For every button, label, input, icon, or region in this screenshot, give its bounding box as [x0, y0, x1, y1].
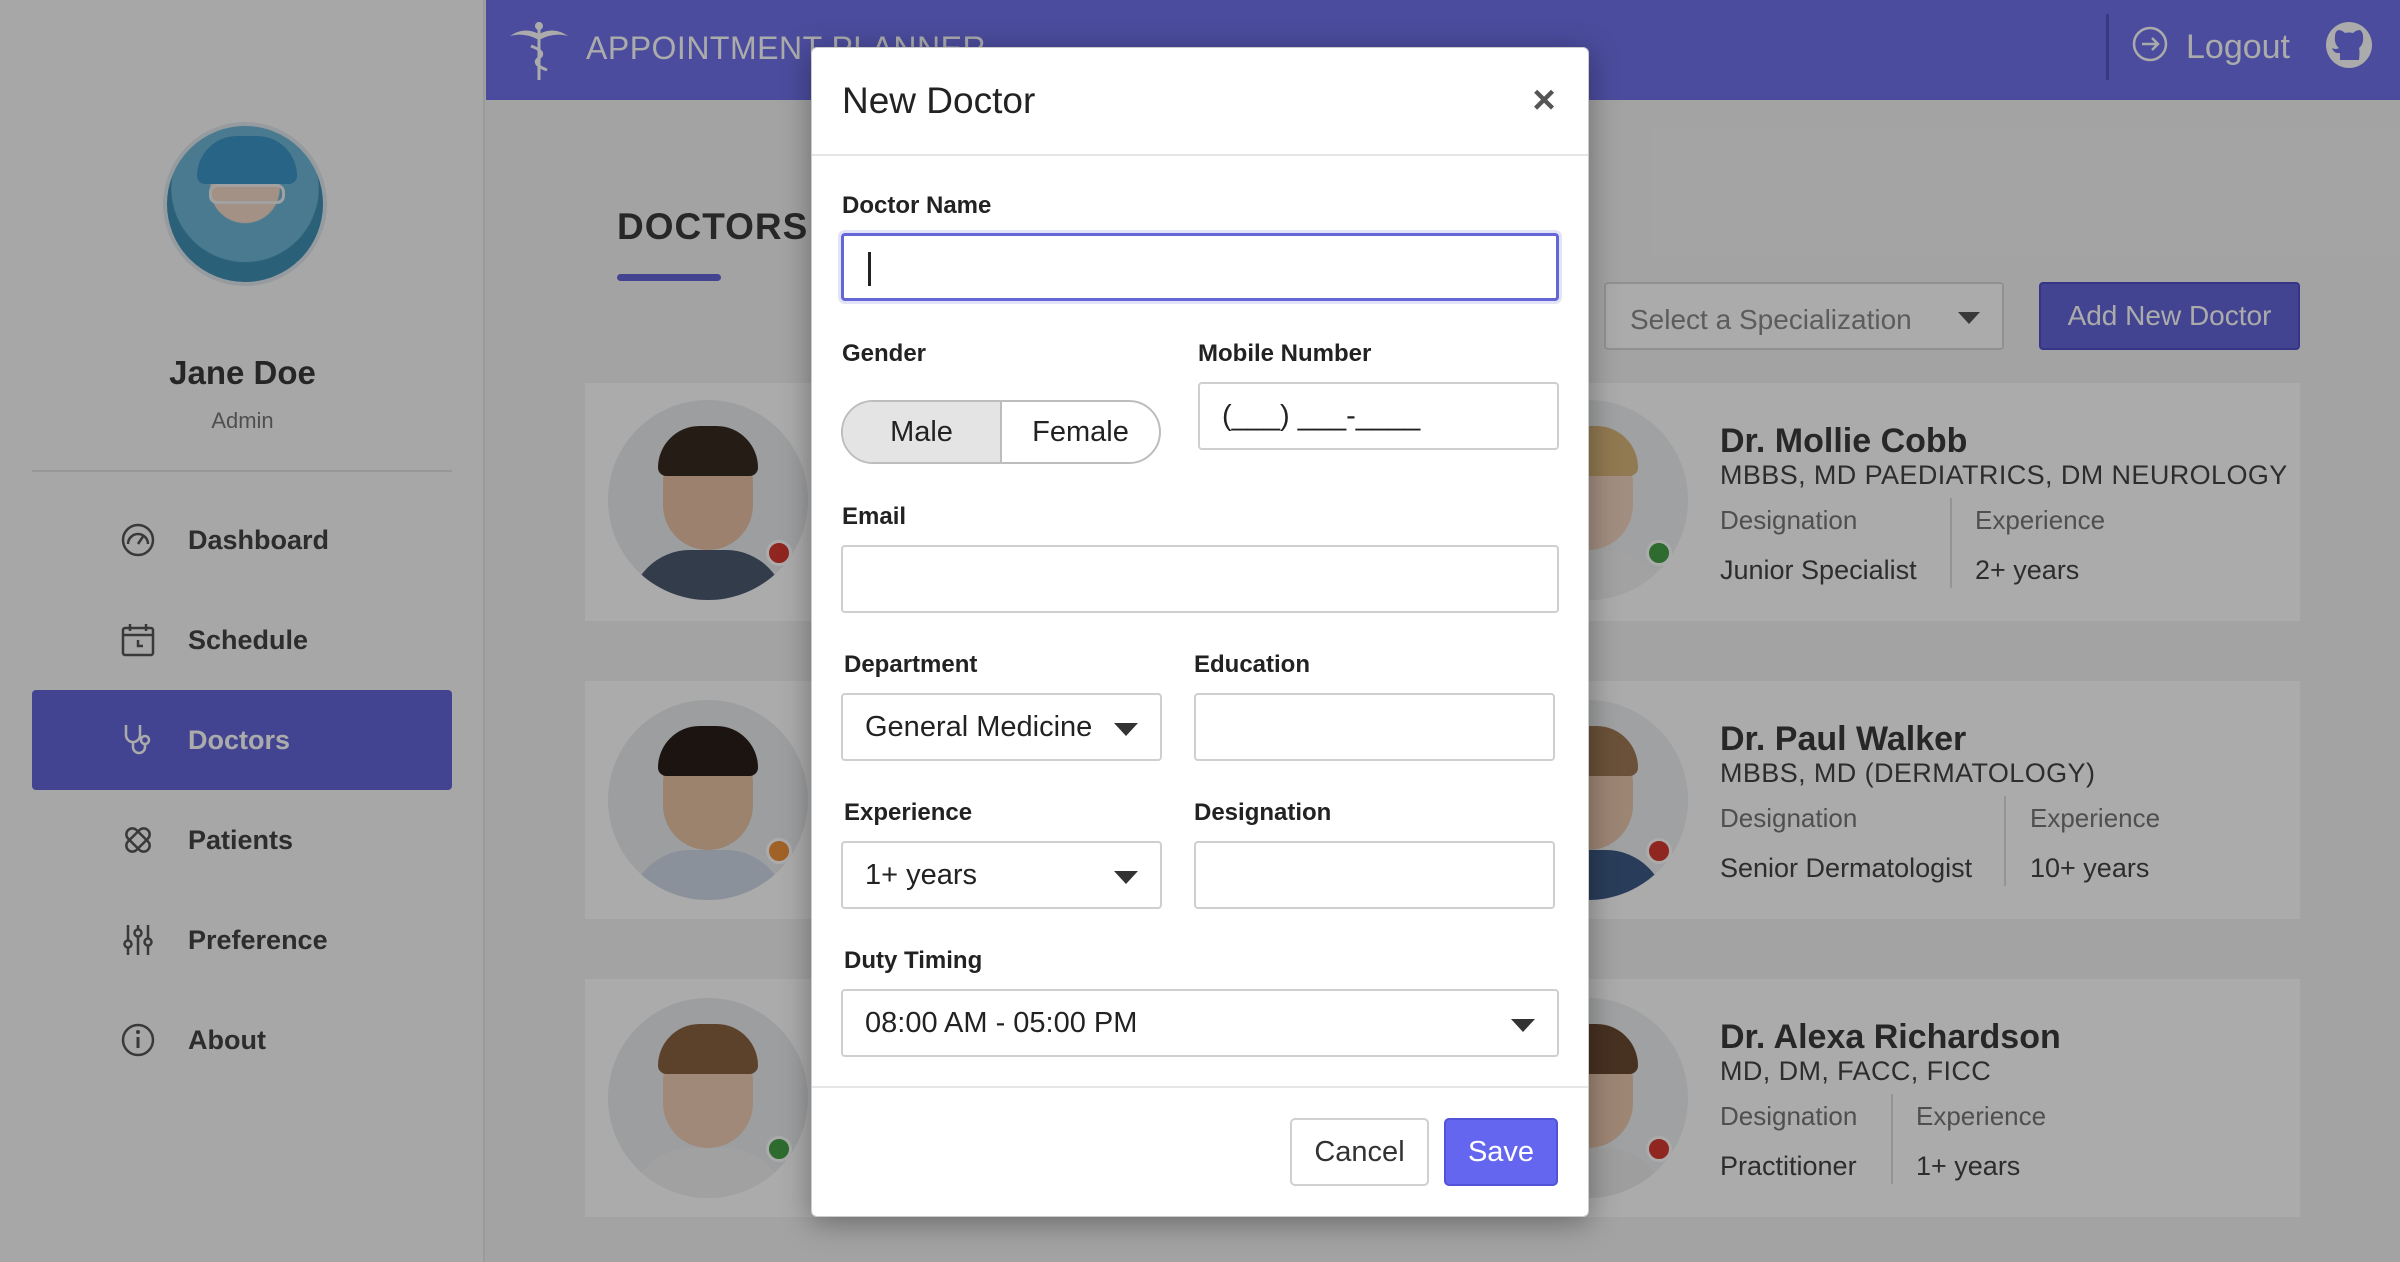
gender-label: Gender — [842, 340, 927, 367]
department-select[interactable]: General Medicine — [841, 693, 1162, 761]
designation-label: Designation — [1194, 799, 1332, 826]
gender-option-female[interactable]: Female — [1002, 402, 1159, 462]
save-button[interactable]: Save — [1444, 1118, 1558, 1186]
experience-value: 1+ years — [865, 859, 978, 891]
gender-toggle: Male Female — [841, 400, 1161, 464]
duty-timing-value: 08:00 AM - 05:00 PM — [865, 1007, 1138, 1039]
modal-footer-divider — [812, 1086, 1588, 1088]
chevron-down-icon — [1114, 723, 1138, 736]
education-label: Education — [1194, 651, 1311, 678]
modal-title: New Doctor — [842, 80, 1036, 121]
chevron-down-icon — [1114, 871, 1138, 884]
doctor-name-label: Doctor Name — [842, 192, 992, 219]
department-value: General Medicine — [865, 711, 1093, 743]
experience-select[interactable]: 1+ years — [841, 841, 1162, 909]
department-label: Department — [844, 651, 978, 678]
cancel-button[interactable]: Cancel — [1290, 1118, 1429, 1186]
experience-label: Experience — [844, 799, 973, 826]
doctor-name-input[interactable] — [841, 233, 1559, 301]
modal-header-divider — [812, 154, 1588, 156]
education-input[interactable] — [1194, 693, 1555, 761]
email-input[interactable] — [841, 545, 1559, 613]
mobile-number-label: Mobile Number — [1198, 340, 1372, 367]
duty-timing-select[interactable]: 08:00 AM - 05:00 PM — [841, 989, 1559, 1057]
mobile-number-input[interactable]: (___) ___-____ — [1198, 382, 1559, 450]
close-icon[interactable]: × — [1524, 80, 1564, 120]
chevron-down-icon — [1511, 1019, 1535, 1032]
gender-option-male[interactable]: Male — [843, 402, 1002, 462]
text-cursor — [868, 252, 871, 286]
new-doctor-modal: New Doctor × Doctor Name Gender Male Fem… — [811, 47, 1589, 1217]
designation-input[interactable] — [1194, 841, 1555, 909]
email-label: Email — [842, 503, 907, 530]
duty-timing-label: Duty Timing — [844, 947, 983, 974]
